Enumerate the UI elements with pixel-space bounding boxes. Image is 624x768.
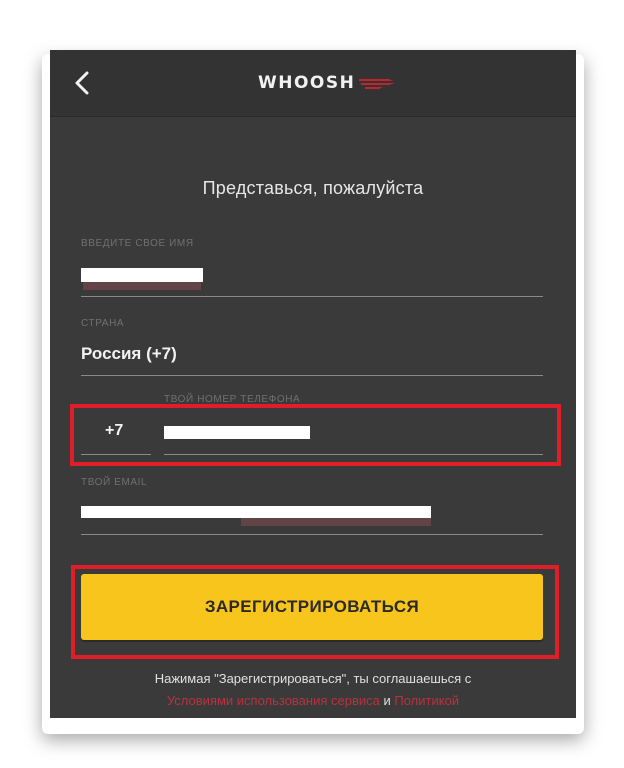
terms-links-line: Условиями использования сервиса и Полити… (50, 690, 576, 712)
screenshot-stage: WHOOSH Представься, пожалуйста введите с… (0, 0, 624, 768)
name-field[interactable] (81, 254, 543, 298)
name-label: введите свое имя (81, 238, 194, 249)
country-selector[interactable]: Россия (+7) (81, 334, 543, 376)
page-title: Представься, пожалуйста (202, 178, 424, 198)
register-highlight-box (71, 565, 559, 659)
phone-highlight-box (70, 404, 561, 466)
country-underline (81, 375, 543, 376)
logo-text: WHOOSH (258, 73, 356, 93)
terms-of-service-link[interactable]: Условиями использования сервиса (167, 693, 380, 708)
country-label: страна (81, 318, 125, 329)
chevron-left-icon[interactable] (72, 70, 92, 96)
terms-and: и (383, 693, 391, 708)
country-value: Россия (+7) (81, 344, 177, 363)
whoosh-logo: WHOOSH (258, 70, 397, 96)
email-redaction (81, 506, 431, 518)
terms-text: Нажимая "Зарегистрироваться", ты соглаша… (50, 668, 576, 712)
privacy-policy-link[interactable]: Политикой (394, 693, 459, 708)
email-underline (81, 534, 543, 535)
name-redaction (81, 268, 203, 282)
speed-lines-icon (359, 79, 396, 89)
email-label: твой email (81, 477, 148, 488)
top-bar: WHOOSH (50, 50, 576, 117)
name-underline (81, 296, 543, 297)
terms-prefix: Нажимая "Зарегистрироваться", ты соглаша… (154, 671, 472, 686)
email-field[interactable] (81, 492, 543, 534)
app-screen: WHOOSH Представься, пожалуйста введите с… (50, 50, 576, 718)
